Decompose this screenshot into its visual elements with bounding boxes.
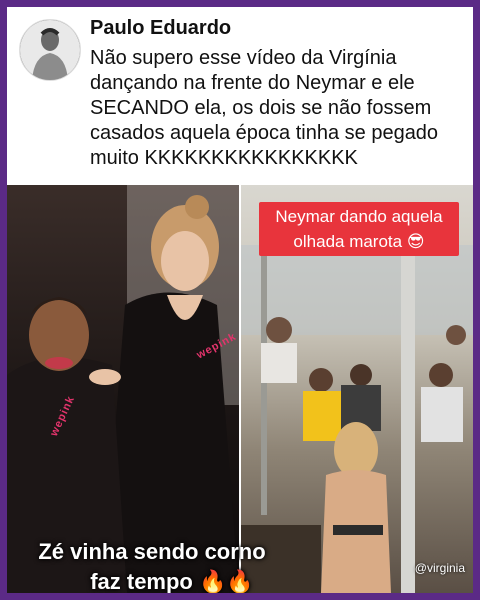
overlay-label-line2: olhada marota 😎: [293, 232, 425, 251]
post-frame: Paulo Eduardo Não supero esse vídeo da V…: [7, 7, 473, 593]
overlay-label: Neymar dando aquela olhada marota 😎: [259, 202, 459, 256]
watermark: @virginia: [414, 561, 465, 575]
avatar[interactable]: [19, 19, 81, 81]
left-photo-illustration: [7, 185, 239, 593]
caption-line1: Zé vinha sendo corno: [38, 539, 266, 564]
tweet-text: Não supero esse vídeo da Virgínia dançan…: [90, 47, 439, 169]
author-name[interactable]: Paulo Eduardo: [90, 17, 231, 40]
caption-line2: faz tempo: [90, 569, 193, 593]
left-photo: wepink wepink: [7, 185, 239, 593]
meme-caption: Zé vinha sendo corno faz tempo 🔥🔥: [7, 537, 297, 593]
right-photo: Neymar dando aquela olhada marota 😎 @vir…: [241, 185, 473, 593]
tweet-card: Paulo Eduardo Não supero esse vídeo da V…: [7, 7, 473, 185]
overlay-label-line1: Neymar dando aquela: [275, 207, 443, 226]
fire-icon: 🔥🔥: [199, 569, 254, 593]
caption-line2-wrap: faz tempo 🔥🔥: [7, 567, 297, 593]
